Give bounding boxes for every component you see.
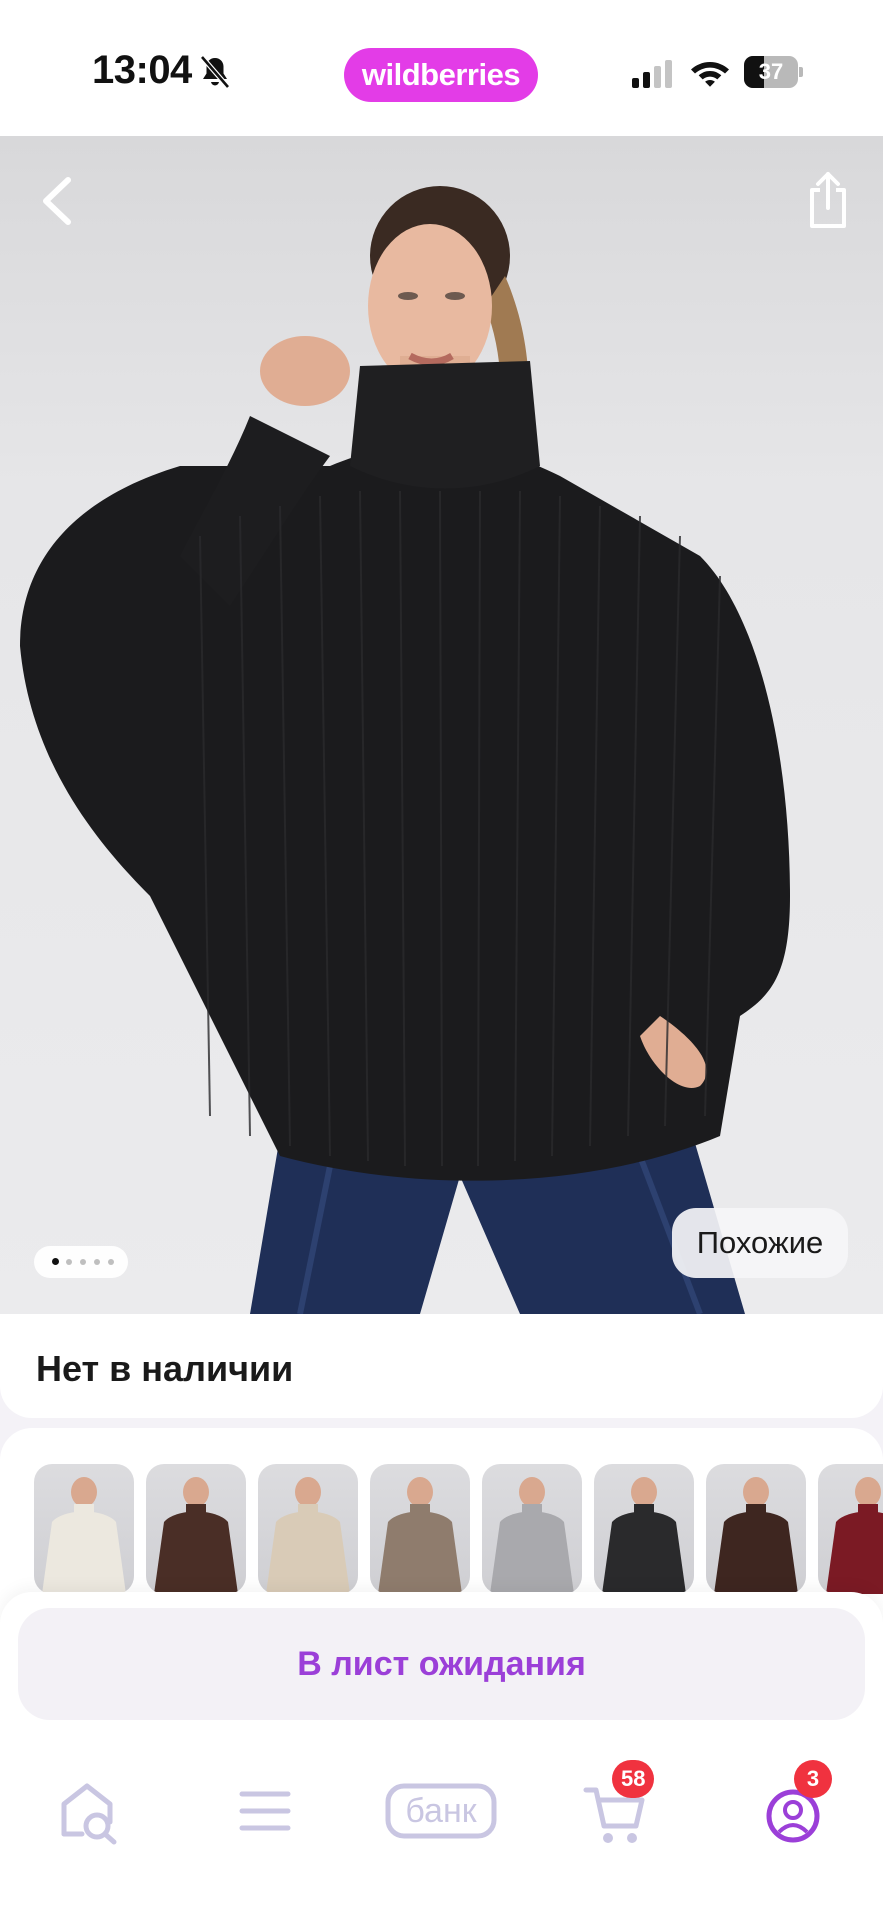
variant-photo [154,1477,238,1594]
variant-thumbnail[interactable] [706,1464,806,1594]
battery-indicator: 37 [744,56,803,88]
bank-button[interactable]: банк [384,1766,498,1856]
status-bar: 13:04 wildberries 37 [0,0,883,136]
back-button[interactable] [30,166,86,236]
variant-thumbnail[interactable] [34,1464,134,1594]
product-photo [20,186,790,1314]
availability-card: Нет в наличии [0,1314,883,1418]
variant-photo [826,1477,883,1594]
variant-photo [490,1477,574,1594]
wifi-icon [691,62,729,87]
carousel-dot[interactable] [52,1258,59,1265]
carousel-dots[interactable] [34,1246,128,1278]
brand-logo: wildberries [344,48,538,102]
carousel-dot[interactable] [108,1259,114,1265]
variant-photo [714,1477,798,1594]
variant-thumbnail[interactable] [146,1464,246,1594]
product-image[interactable]: Похожие [0,136,883,1314]
variant-photo [42,1477,126,1594]
cart-badge: 58 [612,1760,655,1798]
menu-icon[interactable] [220,1766,310,1856]
action-panel: В лист ожидания [0,1592,883,1742]
variant-thumbnail[interactable] [370,1464,470,1594]
bell-muted-icon [200,55,230,89]
carousel-dot[interactable] [80,1259,86,1265]
cellular-signal-icon [632,60,672,88]
share-button[interactable] [800,168,856,232]
bank-label: банк [405,1792,477,1830]
battery-level: 37 [758,59,784,84]
variant-thumbnail[interactable] [258,1464,358,1594]
profile-button[interactable]: 3 [748,1760,838,1856]
variant-photo [602,1477,686,1594]
product-screen: 13:04 wildberries 37 Похожие Нет в налич… [0,0,883,1920]
status-time: 13:04 [92,48,192,92]
profile-badge: 3 [794,1760,832,1798]
bank-icon: банк [385,1783,497,1839]
variant-photo [378,1477,462,1594]
carousel-dot[interactable] [94,1259,100,1265]
variant-thumbnail[interactable] [594,1464,694,1594]
carousel-dot[interactable] [66,1259,72,1265]
home-search-icon[interactable] [42,1766,132,1856]
similar-button[interactable]: Похожие [672,1208,848,1278]
variant-photo [266,1477,350,1594]
cart-button[interactable]: 58 [570,1760,660,1856]
bottom-nav: банк 58 3 [0,1742,883,1920]
availability-status: Нет в наличии [36,1348,294,1389]
waitlist-button[interactable]: В лист ожидания [18,1608,865,1720]
variant-thumbnail[interactable] [482,1464,582,1594]
variant-thumbnail[interactable] [818,1464,883,1594]
